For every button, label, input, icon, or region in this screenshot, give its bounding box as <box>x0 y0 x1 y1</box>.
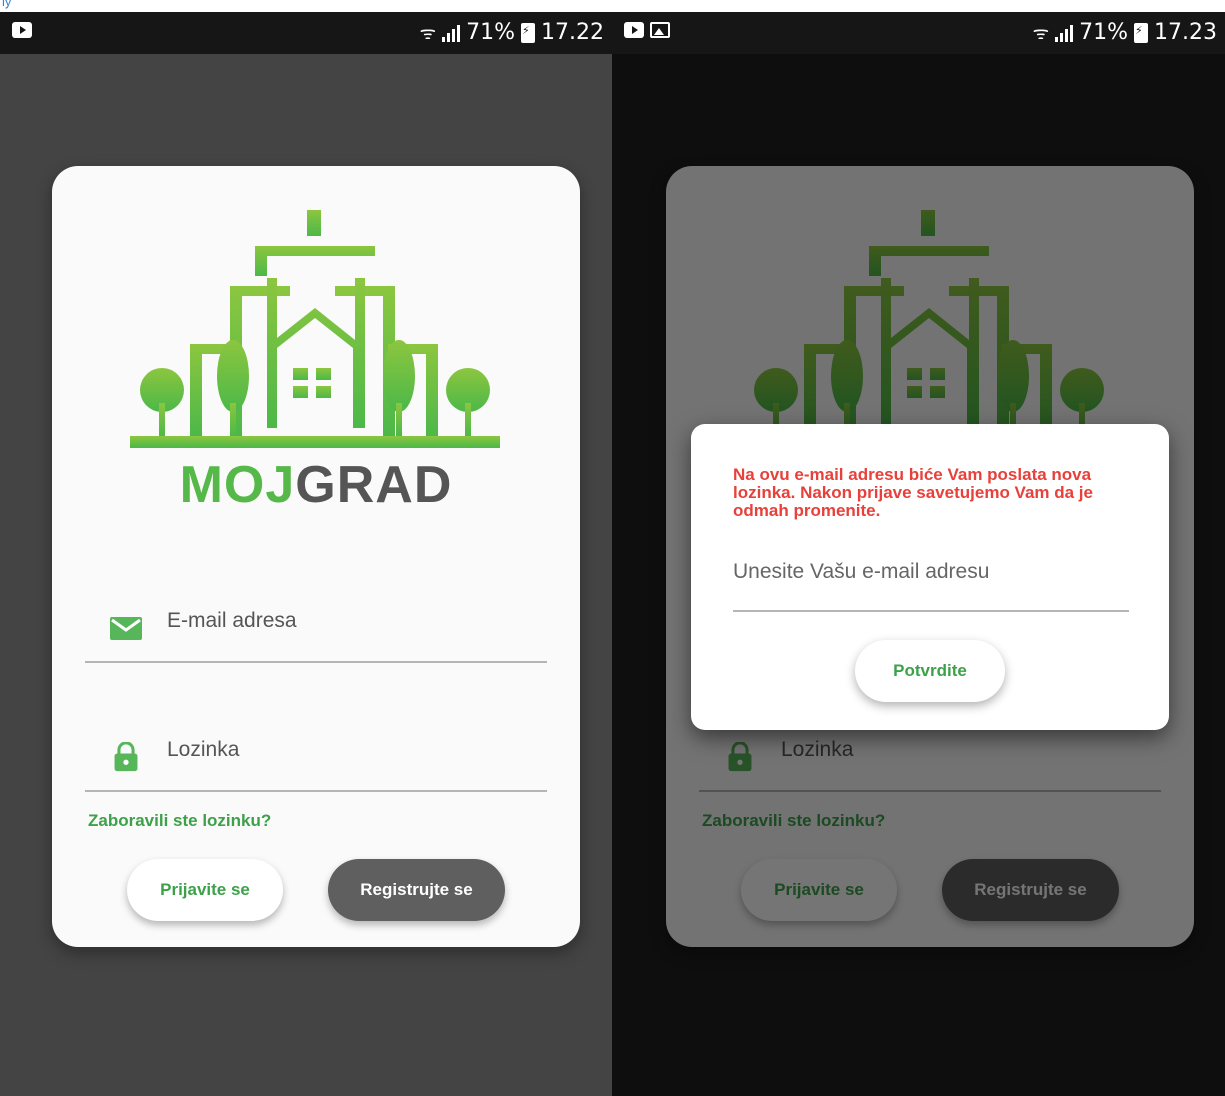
dialog-email-placeholder: Unesite Vašu e-mail adresu <box>733 560 990 583</box>
email-placeholder: E-mail adresa <box>167 609 297 632</box>
status-bar: ᯤ 71% 17.23 <box>612 12 1225 54</box>
reset-password-dialog: Na ovu e-mail adresu biće Vam poslata no… <box>691 424 1169 730</box>
signal-icon <box>1055 24 1074 42</box>
dialog-message: Na ovu e-mail adresu biće Vam poslata no… <box>733 465 1093 520</box>
wifi-icon: ᯤ <box>419 22 437 44</box>
forgot-password-screen: ᯤ 71% 17.23 <box>612 12 1225 1096</box>
battery-percent: 71% <box>466 20 516 45</box>
password-field[interactable]: Lozinka <box>85 732 547 792</box>
email-field[interactable]: E-mail adresa <box>85 603 547 663</box>
gallery-icon <box>650 22 670 38</box>
password-placeholder: Lozinka <box>167 738 240 761</box>
clock: 17.22 <box>541 20 604 45</box>
login-card: MOJGRAD E-mail adresa Lozinka Zaboravili… <box>52 166 580 947</box>
brand-wordmark: MOJGRAD <box>179 456 453 514</box>
battery-icon <box>1134 22 1149 43</box>
login-button[interactable]: Prijavite se <box>127 859 283 921</box>
battery-icon <box>521 22 536 43</box>
forgot-password-link[interactable]: Zaboravili ste lozinku? <box>88 811 271 831</box>
login-screen: ᯤ 71% 17.22 <box>0 12 612 1096</box>
youtube-icon <box>624 22 644 38</box>
clock: 17.23 <box>1154 20 1217 45</box>
caption-text: ly <box>2 0 12 9</box>
dialog-email-input[interactable]: Unesite Vašu e-mail adresu <box>733 554 1129 612</box>
status-bar: ᯤ 71% 17.22 <box>0 12 612 54</box>
lock-icon <box>114 742 138 772</box>
mail-icon <box>110 617 142 640</box>
page-caption: ly <box>0 0 1225 12</box>
wifi-icon: ᯤ <box>1032 22 1050 44</box>
confirm-button[interactable]: Potvrdite <box>855 640 1005 702</box>
signal-icon <box>442 24 461 42</box>
register-button[interactable]: Registrujte se <box>328 859 505 921</box>
youtube-icon <box>12 22 32 38</box>
battery-percent: 71% <box>1079 20 1129 45</box>
